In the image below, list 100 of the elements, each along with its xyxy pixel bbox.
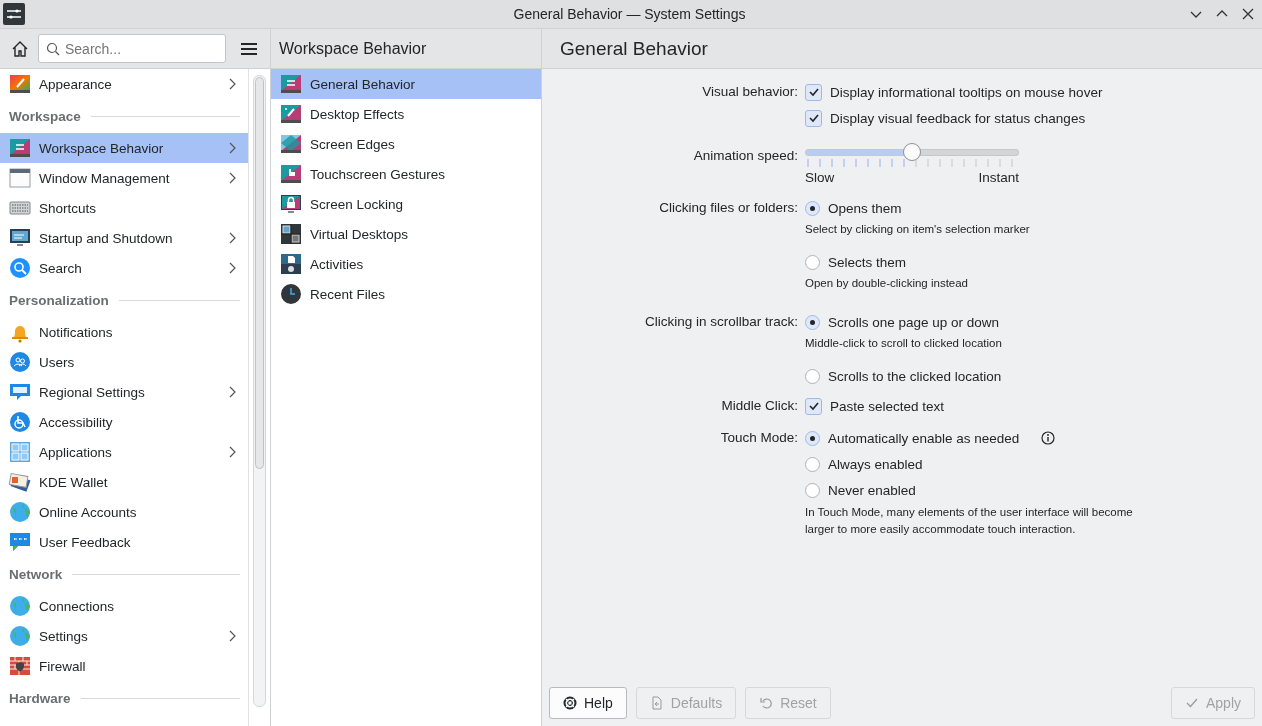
checkmark-icon [807,86,820,98]
hint-text: Select by clicking on item's selection marker [805,222,1031,237]
slider-track[interactable] [805,142,1019,162]
clock-icon [280,283,302,305]
document-globe-icon [280,253,302,275]
radio-button[interactable] [805,254,820,270]
sliders-screen-icon [280,73,302,95]
sidebar-item[interactable]: KDE Wallet [0,467,249,497]
page-title: Workspace Behavior [279,39,427,58]
sidebar-item[interactable]: Settings [0,621,249,651]
palette-square-icon [9,73,31,95]
slider-min-label: Slow [805,170,835,185]
wallet-cards-icon [9,471,31,493]
sidebar-item[interactable]: Window Management [0,163,249,193]
search-field[interactable]: Search... [38,34,226,63]
checkmark-icon [1184,696,1199,710]
sliders-icon [2,2,26,26]
section-header: Personalization [9,292,109,308]
checkbox-label: Display informational tooltips on mouse hover [830,84,1103,100]
close-icon[interactable] [1241,7,1255,21]
sidebar-item[interactable]: Applications [0,437,249,467]
speech-bubble-icon [9,381,31,403]
monitor-icon [9,227,31,249]
checkbox-label: Display visual feedback for status changes [830,110,1086,126]
field-label: Visual behavior: [702,84,798,99]
screen-wand-icon [280,103,302,125]
checkbox[interactable] [805,397,822,415]
help-button[interactable]: Help [549,687,627,719]
list-item[interactable]: Activities [271,249,541,279]
section-header: Hardware [9,690,71,706]
lifebuoy-icon [563,696,577,710]
wheelchair-icon [9,411,31,433]
field-label: Clicking files or folders: [659,200,798,215]
field-label: Touch Mode: [720,430,798,445]
window-icon [9,167,31,189]
list-item[interactable]: General Behavior [271,69,541,99]
sidebar-item[interactable]: Online Accounts [0,497,249,527]
field-label: Animation speed: [693,148,798,163]
info-icon[interactable] [1041,431,1056,445]
radio-label: Automatically enable as needed [828,430,1020,446]
checkbox[interactable] [805,109,822,127]
lock-monitor-icon [280,193,302,215]
scrollbar-thumb[interactable] [255,77,264,469]
sidebar-item[interactable]: Startup and Shutdown [0,223,249,253]
sidebar-item[interactable]: Connections [0,591,249,621]
grid-icon [9,441,31,463]
sidebar-item[interactable]: Firewall [0,651,249,681]
list-item[interactable]: Recent Files [271,279,541,309]
list-item[interactable]: Virtual Desktops [271,219,541,249]
page-title: General Behavior [560,37,708,60]
undo-icon [759,696,774,710]
search-icon [9,257,31,279]
checkbox-label: Paste selected text [830,398,945,414]
field-label: Middle Click: [721,398,798,413]
chat-bubble-icon [9,531,31,553]
globe-icon [9,501,31,523]
sidebar-item[interactable]: Search [0,253,249,283]
list-item[interactable]: Touchscreen Gestures [271,159,541,189]
desktop-grid-icon [280,223,302,245]
scrollbar[interactable] [253,75,266,707]
brick-wall-icon [9,655,31,677]
radio-button[interactable] [805,482,820,498]
radio-label: Selects them [828,254,907,270]
radio-label: Scrolls one page up or down [828,314,1000,330]
list-item[interactable]: Screen Locking [271,189,541,219]
sidebar-item[interactable]: Shortcuts [0,193,249,223]
radio-button[interactable] [805,314,820,330]
field-label: Clicking in scrollbar track: [644,314,798,329]
list-item[interactable]: Screen Edges [271,129,541,159]
radio-label: Never enabled [828,482,916,498]
hint-text: Open by double-clicking instead [805,276,970,291]
sidebar-item[interactable]: Accessibility [0,407,249,437]
radio-label: Always enabled [828,456,923,472]
radio-label: Opens them [828,200,902,216]
globe-icon [9,595,31,617]
search-icon [46,42,60,56]
checkmark-icon [807,112,820,124]
hint-text: In Touch Mode, many elements of the user interface will become larger to more easily accommodate touch interaction. [805,505,1134,537]
sidebar-item[interactable]: Workspace Behavior [0,133,249,163]
hint-text: Middle-click to scroll to clicked location [805,336,1003,351]
hand-screen-icon [280,163,302,185]
radio-button[interactable] [805,200,820,216]
slider-max-label: Instant [978,170,1019,185]
globe-icon [9,625,31,647]
sidebar-item[interactable]: User Feedback [0,527,249,557]
sidebar-item[interactable]: Appearance [0,69,249,99]
screen-icon [280,133,302,155]
sidebar-item[interactable]: Notifications [0,317,249,347]
radio-button[interactable] [805,456,820,472]
list-item[interactable]: Desktop Effects [271,99,541,129]
sidebar-item[interactable]: Users [0,347,249,377]
section-header: Network [9,566,63,582]
home-icon [11,39,29,58]
sidebar-item[interactable]: Regional Settings [0,377,249,407]
radio-button[interactable] [805,430,820,446]
slider-thumb[interactable] [903,143,921,161]
radio-button[interactable] [805,368,820,384]
users-icon [9,351,31,373]
checkbox[interactable] [805,83,822,101]
sliders-screen-icon [9,137,31,159]
